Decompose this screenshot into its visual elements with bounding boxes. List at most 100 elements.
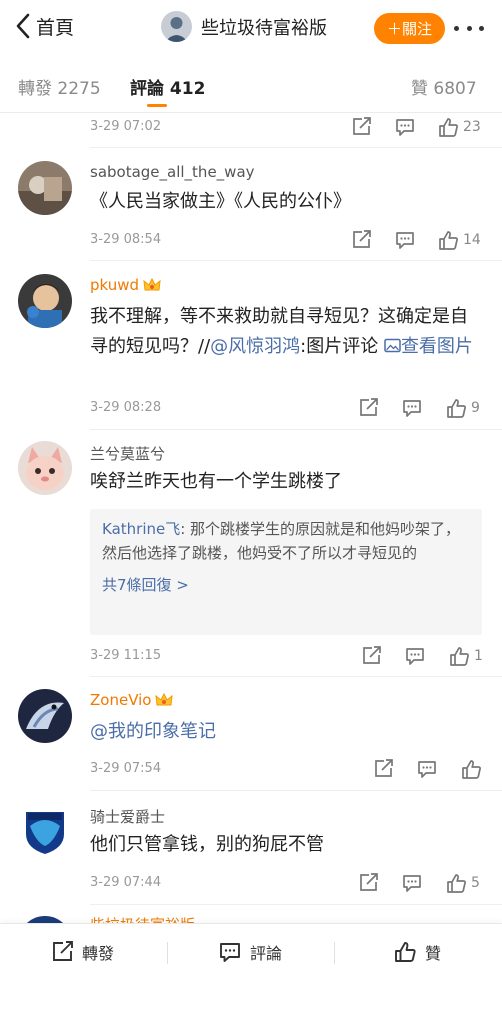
like-action[interactable]: 14 [437, 229, 481, 251]
thumbs-up-icon [450, 647, 469, 666]
comment-icon [396, 119, 414, 136]
comment-text-part: :图片评论 [300, 336, 384, 357]
avatar[interactable] [18, 274, 72, 328]
mention-link[interactable]: @我的印象笔记 [90, 721, 216, 742]
repost-action[interactable] [372, 758, 394, 780]
avatar[interactable] [18, 916, 72, 923]
like-action[interactable] [460, 758, 486, 780]
repost-icon [53, 941, 73, 961]
repost-icon [353, 117, 371, 135]
image-icon [384, 338, 401, 353]
top-bar: 首頁 些垃圾待富裕版 ＋關注 [0, 0, 502, 56]
divider [90, 790, 502, 791]
author-avatar[interactable] [161, 11, 192, 42]
like-button[interactable]: 贊 [393, 940, 441, 964]
divider [90, 429, 502, 430]
like-count: 23 [463, 119, 481, 135]
comment-text: 我不理解，等不来救助就自寻短见？这确定是自寻的短见吗？//@风惊羽鸿:图片评论 … [90, 302, 484, 362]
avatar[interactable] [18, 689, 72, 743]
comment-time: 3-29 07:54 [90, 761, 162, 776]
reply-action[interactable] [394, 229, 416, 251]
comment-icon [396, 232, 414, 249]
username-text: pkuwd [90, 276, 140, 294]
view-replies-link[interactable]: 共7條回復 > [102, 573, 470, 597]
comment-icon [403, 875, 421, 892]
repost-icon [360, 873, 378, 891]
reply-action[interactable] [401, 397, 423, 419]
username[interactable]: sabotage_all_the_way [90, 163, 255, 181]
reply-author[interactable]: Kathrine飞 [102, 520, 180, 538]
mention-link[interactable]: @风惊羽鸿 [210, 336, 300, 357]
comment-time: 3-29 07:44 [90, 875, 162, 890]
vip-crown-icon [143, 277, 161, 291]
repost-button[interactable]: 轉發 [50, 940, 114, 964]
page-title-group[interactable]: 些垃圾待富裕版 [161, 11, 327, 42]
like-count: 1 [474, 648, 483, 664]
comment-time: 3-29 07:02 [90, 119, 162, 134]
repost-icon [360, 398, 378, 416]
reply-action[interactable] [401, 872, 423, 894]
view-image-link[interactable]: 查看图片 [384, 336, 473, 357]
comment-button[interactable]: 評論 [218, 940, 282, 964]
back-button[interactable]: 首頁 [14, 12, 74, 40]
like-action[interactable]: 23 [437, 116, 481, 138]
repost-icon [363, 646, 381, 664]
like-label: 贊 [425, 944, 442, 963]
page-title: 些垃圾待富裕版 [201, 17, 327, 39]
tab-like[interactable]: 贊 6807 [411, 74, 477, 99]
divider [90, 260, 502, 261]
like-count: 9 [471, 400, 480, 416]
thumbs-up-icon [462, 760, 481, 779]
reply-action[interactable] [394, 116, 416, 138]
vip-crown-icon [155, 692, 174, 706]
like-action[interactable]: 5 [445, 872, 480, 894]
comment-text: @我的印象笔记 [90, 717, 484, 747]
comment-time: 3-29 11:15 [90, 648, 162, 663]
avatar[interactable] [18, 804, 72, 858]
username[interactable]: pkuwd [90, 276, 161, 294]
like-action[interactable]: 9 [445, 397, 480, 419]
reply-content: Kathrine飞: 那个跳楼学生的原因就是和他妈吵架了，然后他选择了跳楼，他妈… [102, 517, 470, 565]
avatar[interactable] [18, 441, 72, 495]
thumbs-up-icon [439, 231, 458, 250]
tab-bar: 轉發 2275 評論 412 贊 6807 [0, 56, 502, 113]
reply-action[interactable] [404, 645, 426, 667]
bottom-action-bar: 轉發 評論 贊 [0, 923, 502, 1024]
view-image-text: 查看图片 [400, 336, 473, 357]
repost-action[interactable] [360, 645, 382, 667]
thumbs-up-icon [395, 942, 416, 962]
repost-action[interactable] [350, 116, 372, 138]
username[interactable]: ZoneVio [90, 691, 174, 709]
divider [90, 147, 502, 148]
active-tab-indicator [147, 104, 167, 107]
like-count: 14 [463, 232, 481, 248]
comment-time: 3-29 08:28 [90, 400, 162, 415]
back-label: 首頁 [36, 16, 75, 39]
comment-label: 評論 [250, 944, 283, 963]
comment-icon [403, 400, 421, 417]
repost-icon [353, 230, 371, 248]
comment-time: 3-29 08:54 [90, 232, 162, 247]
divider [90, 676, 502, 677]
comment-text: 他们只管拿钱，别的狗屁不管 [90, 834, 324, 855]
reply-action[interactable] [416, 758, 438, 780]
comment-icon [406, 648, 424, 665]
follow-button[interactable]: ＋關注 [374, 13, 445, 44]
more-options-icon[interactable] [454, 18, 484, 38]
username[interactable]: 骑士爱爵士 [90, 806, 165, 827]
comment-list[interactable]: 3-29 07:02 23 sabotage_all_the_way 《人民当家… [0, 113, 502, 923]
tab-repost[interactable]: 轉發 2275 [18, 74, 101, 99]
comment-text: 《人民当家做主》《人民的公仆》 [90, 191, 351, 212]
reply-preview[interactable]: Kathrine飞: 那个跳楼学生的原因就是和他妈吵架了，然后他选择了跳楼，他妈… [90, 509, 482, 635]
repost-action[interactable] [357, 397, 379, 419]
username[interactable]: 兰兮莫蓝兮 [90, 443, 165, 464]
username[interactable]: 些垃圾待富裕版 [90, 914, 195, 923]
like-action[interactable]: 1 [448, 645, 483, 667]
repost-action[interactable] [357, 872, 379, 894]
thumbs-up-icon [447, 399, 466, 418]
repost-action[interactable] [350, 229, 372, 251]
divider [334, 942, 335, 964]
avatar[interactable] [18, 161, 72, 215]
repost-icon [375, 759, 393, 777]
tab-comment[interactable]: 評論 412 [130, 74, 205, 99]
